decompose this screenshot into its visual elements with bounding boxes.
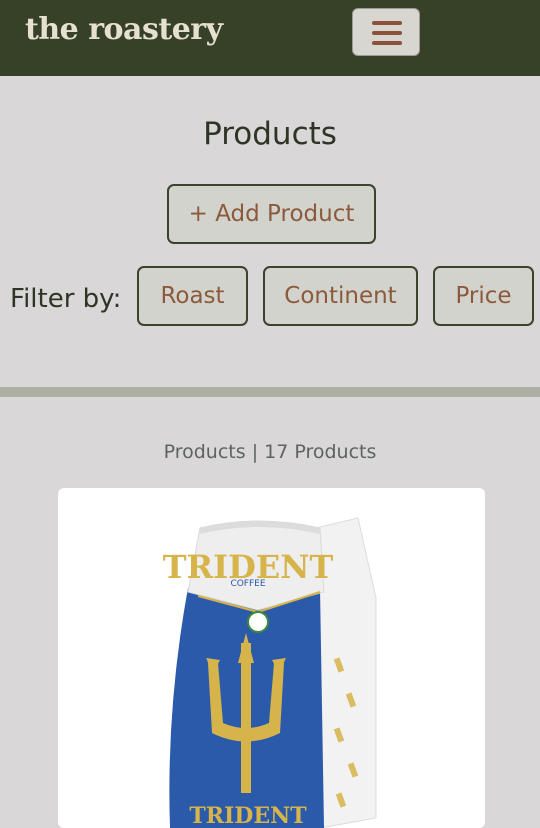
product-count: Products | 17 Products [163, 441, 377, 463]
section-divider [0, 387, 540, 397]
usda-badge-icon [247, 611, 269, 633]
filter-roast-button[interactable]: Roast [137, 266, 248, 326]
page-title: Products [203, 116, 337, 152]
bag-brand-text-bottom: TRIDENT [189, 803, 307, 828]
add-product-button[interactable]: + Add Product [167, 184, 376, 244]
product-image[interactable]: TRIDENT COFFEE TRIDENT [58, 488, 485, 828]
navbar: the roastery [0, 0, 540, 76]
filter-continent-button[interactable]: Continent [263, 266, 418, 326]
filter-price-button[interactable]: Price [433, 266, 534, 326]
hamburger-menu-button[interactable] [352, 8, 420, 56]
brand-logo[interactable]: the roastery [25, 12, 223, 47]
bag-sub-text: COFFEE [230, 579, 265, 589]
filter-label: Filter by: [10, 284, 122, 314]
product-card[interactable]: TRIDENT COFFEE TRIDENT [58, 488, 485, 828]
